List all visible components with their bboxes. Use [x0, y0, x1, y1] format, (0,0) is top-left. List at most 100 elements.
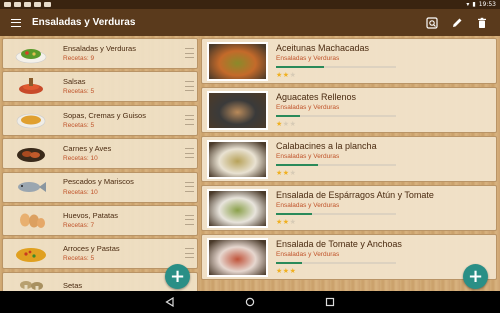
category-name: Setas [63, 281, 83, 291]
drag-handle-icon[interactable] [185, 148, 194, 159]
star-icon: ★ [282, 218, 290, 226]
meat-icon [13, 142, 49, 166]
app-actions [425, 16, 500, 29]
add-recipe-button[interactable]: + [463, 264, 488, 289]
star-icon: ★ [289, 71, 297, 79]
recipe-item[interactable]: Aceitunas Machacadas Ensaladas y Verdura… [201, 38, 497, 84]
app-notification-icon [44, 2, 51, 7]
recipe-photo [207, 189, 268, 228]
category-name: Pescados y Mariscos [63, 177, 134, 187]
soup-icon [13, 108, 49, 132]
drag-handle-icon[interactable] [185, 214, 194, 225]
add-category-button[interactable]: + [165, 264, 190, 289]
delete-icon[interactable] [475, 16, 488, 29]
fish-icon [13, 175, 49, 199]
recipe-photo [207, 140, 268, 179]
recipe-title: Calabacines a la plancha [276, 141, 377, 151]
menu-icon[interactable] [0, 9, 32, 36]
recipe-category: Ensaladas y Verduras [276, 55, 340, 62]
drag-handle-icon[interactable] [185, 48, 194, 58]
wifi-icon: ▾ [466, 1, 470, 8]
category-count: Recetas: 5 [63, 121, 95, 129]
back-icon[interactable] [165, 297, 175, 307]
star-icon: ★ [276, 120, 283, 128]
drag-handle-icon[interactable] [185, 248, 194, 259]
drag-handle-icon[interactable] [185, 114, 194, 125]
category-name: Salsas [63, 77, 86, 87]
recipe-category: Ensaladas y Verduras [276, 104, 340, 111]
rating-stars: ★★★ [276, 169, 296, 177]
system-icons: ▾ ▮ 19:53 [466, 1, 496, 8]
category-count: Recetas: 10 [63, 188, 98, 196]
recipe-progress [276, 66, 396, 68]
category-count: Recetas: 7 [63, 222, 95, 229]
recipe-category: Ensaladas y Verduras [276, 202, 340, 209]
drag-handle-icon[interactable] [185, 81, 194, 92]
recipe-item[interactable]: Aguacates Rellenos Ensaladas y Verduras … [201, 87, 497, 133]
category-count: Recetas: 10 [63, 155, 98, 163]
recipe-photo [207, 238, 268, 277]
salad-icon [13, 42, 49, 66]
category-name: Arroces y Pastas [63, 244, 120, 254]
recipe-progress [276, 164, 396, 166]
drag-handle-icon[interactable] [185, 181, 194, 192]
app-bar: Ensaladas y Verduras [0, 9, 500, 36]
rating-stars: ★★★ [276, 120, 296, 128]
mail-icon [4, 2, 11, 7]
recipe-title: Aceitunas Machacadas [276, 43, 370, 53]
home-icon[interactable] [245, 297, 255, 307]
rice-icon [13, 242, 49, 266]
category-item[interactable]: Sopas, Cremas y Guisos Recetas: 5 [2, 104, 198, 136]
recipe-photo [207, 91, 268, 130]
category-item[interactable]: Arroces y Pastas Recetas: 5 [2, 238, 198, 270]
search-icon[interactable] [425, 16, 438, 29]
recipe-title: Aguacates Rellenos [276, 92, 357, 102]
category-item[interactable]: Huevos, Patatas Recetas: 7 [2, 204, 198, 236]
rating-stars: ★★★ [276, 218, 296, 226]
sauce-icon [13, 75, 49, 99]
recipe-category: Ensaladas y Verduras [276, 251, 340, 258]
star-icon: ★ [282, 169, 290, 177]
category-list: Ensaladas y Verduras Recetas: 9 Salsas R… [2, 38, 198, 291]
star-icon: ★ [289, 267, 297, 275]
category-item[interactable]: Ensaladas y Verduras Recetas: 9 [2, 38, 198, 69]
main-content: Ensaladas y Verduras Recetas: 9 Salsas R… [0, 36, 500, 291]
recipe-title: Ensalada de Espárragos Atún y Tomate [276, 190, 434, 200]
status-bar: ▾ ▮ 19:53 [0, 0, 500, 9]
star-icon: ★ [289, 218, 297, 226]
category-item[interactable]: Pescados y Mariscos Recetas: 10 [2, 171, 198, 203]
category-name: Sopas, Cremas y Guisos [63, 110, 146, 120]
rating-stars: ★★★ [276, 267, 296, 275]
navigation-bar [0, 291, 500, 313]
page-title: Ensaladas y Verduras [32, 17, 136, 28]
calendar-icon [34, 2, 41, 7]
recipe-title: Ensalada de Tomate y Anchoas [276, 239, 402, 249]
eggs-icon [13, 208, 49, 232]
recipe-item[interactable]: Calabacines a la plancha Ensaladas y Ver… [201, 136, 497, 182]
recipe-item[interactable]: Ensalada de Espárragos Atún y Tomate Ens… [201, 185, 497, 231]
recipe-progress [276, 262, 396, 264]
recipe-progress [276, 115, 396, 117]
category-count: Recetas: 5 [63, 88, 95, 96]
category-name: Carnes y Aves [63, 143, 112, 153]
star-icon: ★ [289, 169, 297, 177]
recipe-photo [207, 42, 268, 81]
star-icon: ★ [282, 267, 290, 275]
battery-icon: ▮ [472, 1, 476, 8]
recipe-item[interactable]: Ensalada de Tomate y Anchoas Ensaladas y… [201, 234, 497, 280]
category-item[interactable]: Salsas Recetas: 5 [2, 71, 198, 103]
recipe-progress [276, 213, 396, 215]
category-count: Recetas: 9 [63, 55, 95, 63]
category-item[interactable]: Carnes y Aves Recetas: 10 [2, 138, 198, 170]
edit-icon[interactable] [450, 16, 463, 29]
star-icon: ★ [289, 120, 297, 128]
category-name: Ensaladas y Verduras [63, 43, 136, 53]
clock: 19:53 [478, 1, 496, 8]
star-icon: ★ [276, 218, 283, 226]
recipe-category: Ensaladas y Verduras [276, 153, 340, 160]
recents-icon[interactable] [325, 297, 335, 307]
calendar-icon [24, 2, 31, 7]
mushroom-icon [13, 275, 49, 291]
star-icon: ★ [282, 71, 290, 79]
recipe-list: Aceitunas Machacadas Ensaladas y Verdura… [201, 38, 497, 283]
